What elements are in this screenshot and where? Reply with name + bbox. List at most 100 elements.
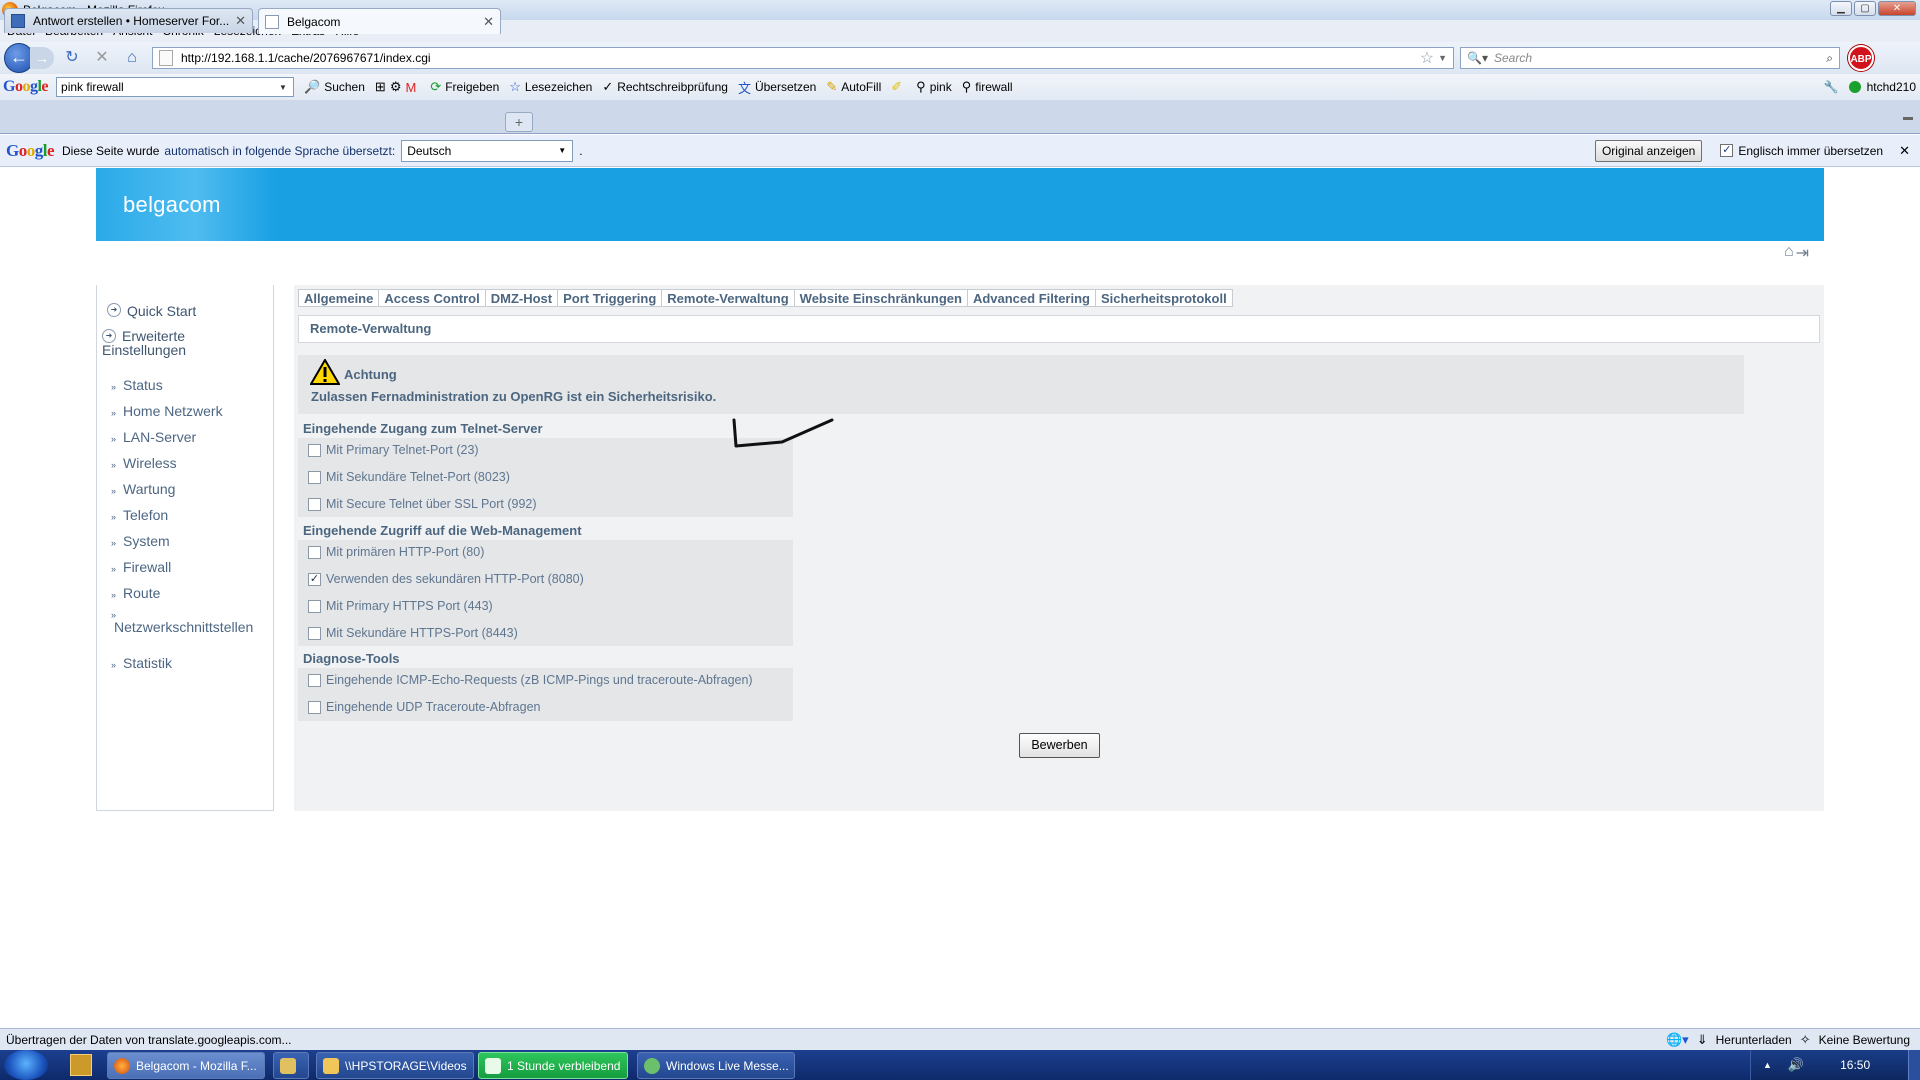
- always-translate-option[interactable]: ✓ Englisch immer übersetzen: [1720, 144, 1883, 158]
- belgacom-logo[interactable]: belgacom: [96, 168, 276, 241]
- sidebar-item-lan-server[interactable]: » LAN-Server: [111, 429, 196, 445]
- tab-advanced-filtering[interactable]: Advanced Filtering: [968, 290, 1096, 306]
- sidebar-item-statistik[interactable]: » Statistik: [111, 655, 172, 671]
- option-primary-telnet[interactable]: Mit Primary Telnet-Port (23): [308, 443, 479, 457]
- google-search-value[interactable]: pink firewall: [61, 80, 279, 94]
- tab-list-dropdown-icon[interactable]: ▬: [1900, 112, 1916, 128]
- home-icon[interactable]: ⌂: [1784, 243, 1794, 263]
- lesezeichen-button[interactable]: ☆ Lesezeichen: [509, 79, 592, 95]
- option-udp-traceroute[interactable]: Eingehende UDP Traceroute-Abfragen: [308, 700, 541, 714]
- autofill-button[interactable]: ✎ AutoFill: [826, 79, 881, 95]
- chevron-down-icon[interactable]: ▼: [279, 83, 293, 92]
- checkbox-secondary-telnet[interactable]: [308, 470, 321, 484]
- option-secondary-telnet[interactable]: Mit Sekundäre Telnet-Port (8023): [308, 470, 510, 484]
- google-search-button[interactable]: 🔎 Suchen: [304, 79, 365, 95]
- url-bar[interactable]: http://192.168.1.1/cache/2076967671/inde…: [152, 47, 1454, 69]
- sidebar-item-wartung[interactable]: » Wartung: [111, 481, 175, 497]
- sidebar-item-system[interactable]: » System: [111, 533, 170, 549]
- checkbox-udp-traceroute[interactable]: [308, 700, 321, 714]
- clock[interactable]: 16:50: [1840, 1058, 1870, 1072]
- tab-access-control[interactable]: Access Control: [379, 290, 486, 306]
- sidebar-item-route[interactable]: » Route: [111, 585, 160, 601]
- reload-icon[interactable]: ↻: [60, 46, 84, 70]
- sidebar-item-telefon[interactable]: » Telefon: [111, 507, 168, 523]
- apply-button[interactable]: Bewerben: [1019, 733, 1100, 758]
- chevron-down-icon[interactable]: ▼: [558, 146, 572, 155]
- tab-allgemeine[interactable]: Allgemeine: [299, 290, 380, 306]
- home-icon[interactable]: ⌂: [120, 46, 144, 70]
- quicklaunch-desktop-icon[interactable]: [70, 1054, 92, 1076]
- freigeben-button[interactable]: ⟳ Freigeben: [430, 79, 499, 95]
- search-engine-icon[interactable]: 🔍▾: [1467, 51, 1488, 65]
- volume-icon[interactable]: 🔊: [1788, 1057, 1804, 1073]
- close-window-button[interactable]: ✕: [1878, 1, 1916, 16]
- tray-expand-icon[interactable]: ▲: [1763, 1060, 1772, 1070]
- taskbar-messenger[interactable]: Windows Live Messe...: [637, 1052, 795, 1079]
- url-dropdown-icon[interactable]: ▼: [1438, 53, 1447, 63]
- maximize-button[interactable]: ▢: [1854, 1, 1876, 16]
- search-placeholder[interactable]: Search: [1494, 51, 1532, 65]
- tab-dmz-host[interactable]: DMZ-Host: [486, 290, 559, 306]
- option-primary-http[interactable]: Mit primären HTTP-Port (80): [308, 545, 484, 559]
- search-bar[interactable]: 🔍▾ Search ⌕: [1460, 47, 1840, 69]
- option-icmp-echo[interactable]: Eingehende ICMP-Echo-Requests (zB ICMP-P…: [308, 673, 753, 687]
- taskbar-tool[interactable]: [273, 1052, 309, 1079]
- show-original-button[interactable]: Original anzeigen: [1594, 139, 1703, 162]
- sidebar-item-quick-start[interactable]: ➜ Quick Start: [107, 303, 196, 319]
- always-translate-checkbox[interactable]: ✓: [1720, 144, 1734, 157]
- tab-port-triggering[interactable]: Port Triggering: [558, 290, 663, 306]
- sidebar-item-netzwerkschnittstellen[interactable]: » Netzwerkschnittstellen: [111, 611, 253, 636]
- language-value[interactable]: Deutsch: [407, 144, 558, 158]
- checkbox-secondary-https[interactable]: [308, 626, 321, 640]
- tab-remote-verwaltung[interactable]: Remote-Verwaltung: [662, 290, 795, 306]
- toolbar-icons-group[interactable]: ⊞ ⚙ M: [375, 79, 420, 95]
- taskbar-explorer[interactable]: \\HPSTORAGE\Videos: [316, 1052, 474, 1079]
- adblock-icon[interactable]: ABP: [1848, 45, 1874, 71]
- checkbox-secure-telnet[interactable]: [308, 497, 321, 511]
- option-secure-telnet[interactable]: Mit Secure Telnet über SSL Port (992): [308, 497, 537, 511]
- taskbar-firefox[interactable]: Belgacom - Mozilla F...: [107, 1052, 265, 1079]
- sidebar-item-wireless[interactable]: » Wireless: [111, 455, 177, 471]
- search-term-pink[interactable]: ⚲ pink: [916, 79, 952, 95]
- spellcheck-button[interactable]: ✓ Rechtschreibprüfung: [602, 79, 728, 95]
- sidebar-item-status[interactable]: » Status: [111, 377, 163, 393]
- tab-belgacom[interactable]: Belgacom ✕: [258, 8, 501, 34]
- close-tab-icon[interactable]: ✕: [483, 14, 494, 30]
- new-tab-button[interactable]: +: [505, 112, 533, 132]
- option-secondary-http[interactable]: ✓ Verwenden des sekundären HTTP-Port (808…: [308, 572, 584, 586]
- close-icon[interactable]: ✕: [1899, 143, 1910, 159]
- checkbox-primary-https[interactable]: [308, 599, 321, 613]
- sidebar-item-erweiterte[interactable]: ➜ Erweiterte Einstellungen: [102, 329, 262, 357]
- sidebar-item-home-netzwerk[interactable]: » Home Netzwerk: [111, 403, 223, 419]
- bookmark-star-icon[interactable]: ☆: [1420, 48, 1434, 68]
- search-icon[interactable]: ⌕: [1826, 51, 1833, 66]
- show-desktop-button[interactable]: [1908, 1050, 1920, 1080]
- language-select[interactable]: Deutsch ▼: [401, 139, 574, 162]
- translate-status-icon[interactable]: 🌐▾: [1666, 1032, 1689, 1048]
- checkbox-secondary-http[interactable]: ✓: [308, 572, 321, 586]
- option-secondary-https[interactable]: Mit Sekundäre HTTPS-Port (8443): [308, 626, 518, 640]
- download-label[interactable]: Herunterladen: [1716, 1033, 1792, 1047]
- highlight-button[interactable]: ✐: [891, 79, 906, 95]
- checkbox-primary-http[interactable]: [308, 545, 321, 559]
- stop-icon[interactable]: ✕: [90, 46, 114, 70]
- checkbox-primary-telnet[interactable]: [308, 443, 321, 457]
- start-button[interactable]: [4, 1050, 48, 1080]
- tab-sicherheitsprotokoll[interactable]: Sicherheitsprotokoll: [1096, 290, 1232, 306]
- close-tab-icon[interactable]: ✕: [235, 13, 246, 29]
- google-search-input[interactable]: pink firewall ▼: [56, 77, 295, 97]
- checkbox-icmp-echo[interactable]: [308, 673, 321, 687]
- minimize-button[interactable]: ▁: [1830, 1, 1852, 16]
- translate-button[interactable]: 文 Übersetzen: [738, 78, 816, 97]
- rating-label[interactable]: Keine Bewertung: [1819, 1033, 1910, 1047]
- logout-icon[interactable]: ⇥: [1796, 243, 1809, 263]
- taskbar-progress[interactable]: 1 Stunde verbleibend: [478, 1052, 628, 1079]
- search-term-firewall[interactable]: ⚲ firewall: [962, 79, 1013, 95]
- tab-homeserver[interactable]: Antwort erstellen • Homeserver For... ✕: [4, 8, 253, 33]
- tab-website-einschraenkungen[interactable]: Website Einschränkungen: [795, 290, 968, 306]
- url-value[interactable]: http://192.168.1.1/cache/2076967671/inde…: [181, 51, 1420, 65]
- sidebar-item-firewall[interactable]: » Firewall: [111, 559, 171, 575]
- google-user[interactable]: htchd210: [1867, 80, 1916, 94]
- wrench-icon[interactable]: 🔧: [1824, 80, 1839, 94]
- forward-button[interactable]: →: [30, 47, 54, 69]
